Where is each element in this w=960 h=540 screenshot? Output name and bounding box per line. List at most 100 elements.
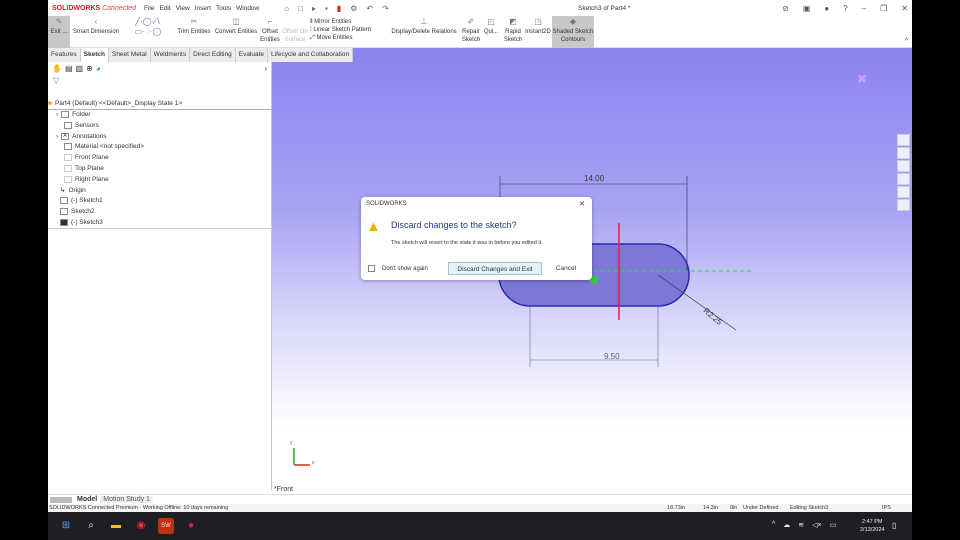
- feature-manager-tab-icon[interactable]: ✋: [52, 64, 62, 73]
- tab-evaluate[interactable]: Evaluate: [236, 48, 269, 62]
- tree-item-annotations[interactable]: › A Annotations: [56, 133, 107, 140]
- tab-features[interactable]: Features: [48, 48, 81, 62]
- tab-lifecycle[interactable]: Lifecycle and Collaboration: [268, 48, 354, 62]
- tree-item-folder[interactable]: › Folder: [56, 111, 91, 118]
- volume-icon[interactable]: ◁×: [812, 521, 821, 529]
- smart-dimension-button[interactable]: ‹ Smart Dimension: [72, 16, 120, 48]
- shaded-sketch-contours-button[interactable]: ◆ Shaded Sketch Contours: [552, 16, 594, 48]
- tree-root-part[interactable]: ■ Part4 (Default) <<Default>_Display Stat…: [48, 100, 182, 107]
- notifications-icon[interactable]: ▯: [892, 521, 896, 530]
- dont-show-again-label[interactable]: Don't show again: [382, 266, 428, 272]
- dialog-close-button[interactable]: ✕: [579, 200, 585, 208]
- confirmation-corner-cancel-icon[interactable]: ✖: [857, 72, 867, 86]
- discard-changes-and-exit-button[interactable]: Discard Changes and Exit: [448, 262, 542, 275]
- expand-panel-icon[interactable]: ›: [264, 64, 267, 73]
- repair-sketch-button[interactable]: ✐ Repair Sketch: [460, 16, 482, 48]
- wifi-icon[interactable]: ≋: [798, 521, 804, 529]
- appearances-icon[interactable]: [897, 173, 910, 185]
- chrome-icon[interactable]: ◉: [133, 518, 149, 534]
- tree-item-sketch1[interactable]: (-) Sketch1: [60, 197, 103, 204]
- tab-scroll-handle[interactable]: [50, 496, 72, 503]
- dimxpert-tab-icon[interactable]: ⊕: [86, 64, 93, 73]
- onedrive-icon[interactable]: ☁: [783, 521, 790, 529]
- solidworks-taskbar-icon[interactable]: SW: [158, 518, 174, 534]
- menu-tools[interactable]: Tools: [216, 5, 231, 12]
- save-icon[interactable]: ▪: [325, 4, 328, 13]
- filter-icon[interactable]: ▽: [53, 76, 59, 85]
- tree-item-right-plane[interactable]: Right Plane: [64, 176, 109, 183]
- forum-icon[interactable]: [897, 199, 910, 211]
- chevron-up-icon[interactable]: ^: [772, 521, 775, 529]
- terminal-icon[interactable]: ▣: [803, 4, 811, 13]
- tree-item-material[interactable]: Material <not specified>: [64, 143, 144, 150]
- rebuild-icon[interactable]: ▮: [337, 4, 341, 13]
- tree-item-sensors[interactable]: Sensors: [64, 122, 99, 129]
- quick-snaps-icon: ◰: [487, 17, 495, 26]
- menu-window[interactable]: Window: [236, 5, 259, 12]
- status-units[interactable]: IPS: [882, 504, 891, 512]
- tree-item-sketch2[interactable]: Sketch2: [60, 208, 95, 215]
- file-explorer-icon[interactable]: ▬: [108, 518, 124, 534]
- restore-button[interactable]: ❐: [880, 4, 887, 13]
- rapid-sketch-button[interactable]: ◩ Rapid Sketch: [502, 16, 524, 48]
- tab-sheet-metal[interactable]: Sheet Metal: [109, 48, 151, 62]
- open-icon[interactable]: ▸: [312, 4, 316, 13]
- exit-sketch-button[interactable]: ✎ Exit ...: [48, 16, 70, 48]
- menu-view[interactable]: View: [176, 5, 190, 12]
- dimension-overall[interactable]: 14.00: [584, 174, 604, 183]
- display-manager-tab-icon[interactable]: ◕: [96, 64, 101, 73]
- command-tabs: Features Sketch Sheet Metal Weldments Di…: [48, 48, 912, 62]
- close-button[interactable]: ✕: [901, 4, 908, 13]
- convert-entities-button[interactable]: ◫ Convert Entities: [214, 16, 258, 48]
- trim-entities-button[interactable]: ✂ Trim Entities: [176, 16, 212, 48]
- offset-entities-button[interactable]: ⌐ Offset Entities: [258, 16, 282, 48]
- menu-edit[interactable]: Edit: [159, 5, 170, 12]
- configuration-manager-tab-icon[interactable]: ▧: [76, 64, 84, 73]
- tab-sketch[interactable]: Sketch: [80, 48, 109, 62]
- help-icon[interactable]: ?: [843, 4, 847, 13]
- move-entities-button[interactable]: ⤢ Move Entities: [310, 34, 386, 42]
- file-explorer-icon[interactable]: [897, 160, 910, 172]
- clock[interactable]: 2:47 PM 2/13/2024: [860, 518, 884, 534]
- connect-icon[interactable]: ⊘: [782, 4, 789, 13]
- menu-insert[interactable]: Insert: [195, 5, 211, 12]
- tree-item-origin[interactable]: ↳ Origin: [60, 186, 86, 195]
- mirror-entities-button[interactable]: ⫴ Mirror Entities: [310, 18, 386, 26]
- redo-icon[interactable]: ↷: [382, 4, 389, 13]
- status-bar: SOLIDWORKS Connected Premium - Working O…: [48, 504, 912, 512]
- search-icon[interactable]: ⌕: [83, 518, 99, 534]
- resources-icon[interactable]: [897, 134, 910, 146]
- custom-properties-icon[interactable]: [897, 186, 910, 198]
- minimize-button[interactable]: –: [862, 4, 866, 13]
- home-icon[interactable]: ⌂: [284, 4, 289, 13]
- dont-show-again-checkbox[interactable]: [368, 265, 375, 272]
- design-library-icon[interactable]: [897, 147, 910, 159]
- menu-file[interactable]: File: [144, 5, 154, 12]
- battery-icon[interactable]: ▭: [830, 521, 837, 529]
- options-icon[interactable]: ⚙: [350, 4, 357, 13]
- instant2d-button[interactable]: ◳ Instant2D: [524, 16, 552, 48]
- display-delete-relations-button[interactable]: ⊥ Display/Delete Relations: [388, 16, 460, 48]
- quick-snaps-button[interactable]: ◰ Qui...: [482, 16, 500, 48]
- tab-direct-editing[interactable]: Direct Editing: [190, 48, 236, 62]
- collapse-ribbon-icon[interactable]: ^: [905, 38, 908, 45]
- new-icon[interactable]: □: [298, 4, 303, 13]
- tab-motion-study[interactable]: Motion Study 1: [100, 496, 153, 503]
- offset-on-surface-button[interactable]: Offset On Surface: [282, 16, 308, 48]
- tab-weldments[interactable]: Weldments: [151, 48, 191, 62]
- tree-item-front-plane[interactable]: Front Plane: [64, 154, 109, 161]
- dimension-center-distance[interactable]: 9.50: [604, 352, 620, 361]
- powerpoint-icon[interactable]: ●: [183, 518, 199, 534]
- start-icon[interactable]: ⊞: [58, 518, 74, 534]
- property-manager-tab-icon[interactable]: ▤: [65, 64, 73, 73]
- cancel-button[interactable]: Cancel: [549, 262, 583, 275]
- user-icon[interactable]: ●: [824, 4, 829, 13]
- tree-item-sketch3[interactable]: (-) Sketch3: [60, 219, 103, 226]
- sketch-entities-group[interactable]: ╱·◯·∕∖ ▭·◌·◯: [122, 16, 174, 48]
- tree-item-top-plane[interactable]: Top Plane: [64, 165, 104, 172]
- sensors-icon: [64, 122, 72, 129]
- smart-dimension-icon: ‹: [94, 17, 98, 26]
- linear-pattern-button[interactable]: ⁞ Linear Sketch Pattern: [310, 26, 386, 34]
- undo-icon[interactable]: ↶: [366, 4, 373, 13]
- tab-model[interactable]: Model: [74, 496, 100, 503]
